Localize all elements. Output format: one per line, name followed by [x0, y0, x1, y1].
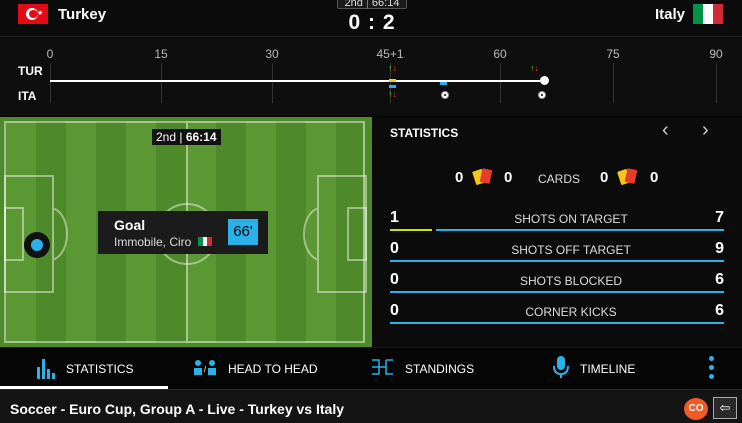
tab-standings-label: STANDINGS: [405, 362, 475, 376]
timeline-tick: 75: [606, 47, 620, 61]
timeline-tick: 45+1: [376, 47, 404, 61]
chevron-left-icon[interactable]: ‹: [662, 119, 669, 142]
substitution-icon: ↑↓: [388, 63, 397, 73]
stat-home-value: 0: [390, 240, 399, 257]
stat-label: SHOTS BLOCKED: [519, 274, 623, 288]
stat-away-bar: [436, 229, 724, 231]
clock-time: 66:14: [371, 0, 400, 9]
card-icon: [440, 82, 447, 85]
goal-ball-icon: [538, 91, 546, 99]
card-icon: [389, 85, 396, 88]
italy-flag-icon: [198, 237, 213, 246]
timeline-tick: 60: [493, 47, 507, 61]
home-yellow-cards: 0: [455, 169, 464, 186]
timeline-tick: 30: [265, 47, 279, 61]
stat-away-bar: [390, 322, 724, 324]
stat-away-value: 6: [715, 302, 724, 319]
stat-label: SHOTS ON TARGET: [514, 212, 628, 226]
match-clock: 2nd | 66:14: [337, 0, 407, 9]
statistics-panel: STATISTICS ‹ › 0 0 CARDS 0 0 1 SHOTS ON …: [372, 117, 742, 347]
tab-timeline[interactable]: TIMELINE: [552, 348, 635, 390]
chevron-right-icon[interactable]: ›: [702, 119, 709, 142]
substitution-icon: ↑↓: [530, 63, 539, 73]
stat-away-bar: [390, 291, 724, 293]
stat-home-value: 1: [390, 209, 399, 226]
page-title: Soccer - Euro Cup, Group A - Live - Turk…: [10, 401, 344, 417]
bottom-navigation: STATISTICS / HEAD TO HEAD STANDINGS TIME…: [0, 347, 742, 389]
scoreboard-header: ★ Turkey 2nd | 66:14 0 : 2 Italy: [0, 0, 742, 36]
turkey-flag-icon: ★: [18, 4, 48, 24]
bracket-icon: [371, 358, 395, 381]
player-marker: [24, 232, 50, 258]
cards-row: 0 0 CARDS 0 0: [372, 167, 742, 191]
stat-label: SHOTS OFF TARGET: [511, 243, 631, 257]
footer-bar: Soccer - Euro Cup, Group A - Live - Turk…: [0, 389, 742, 423]
stat-row-shots-on-target: 1 SHOTS ON TARGET 7: [390, 209, 724, 239]
svg-text:/: /: [204, 365, 207, 374]
users-icon: /: [192, 359, 218, 380]
stat-home-value: 0: [390, 302, 399, 319]
cards-icon: [472, 168, 494, 186]
cards-label: CARDS: [538, 172, 581, 186]
match-score: 0 : 2: [348, 11, 396, 34]
stat-away-value: 9: [715, 240, 724, 257]
stat-home-value: 0: [390, 271, 399, 288]
stat-row-shots-blocked: 0 SHOTS BLOCKED 6: [390, 271, 724, 301]
substitution-icon: ↑↓: [388, 89, 397, 99]
tab-timeline-label: TIMELINE: [580, 362, 636, 376]
pitch-view: 2nd | 66:14 Goal Immobile, Ciro 66': [0, 117, 372, 347]
pitch-clock: 2nd | 66:14: [152, 129, 221, 145]
stat-away-value: 6: [715, 271, 724, 288]
period-label: 2nd: [344, 0, 363, 9]
timeline-home-code: TUR: [18, 64, 43, 78]
co-logo[interactable]: CO: [684, 398, 708, 420]
stat-away-bar: [390, 260, 724, 262]
bar-chart-icon: [36, 355, 56, 384]
more-menu-icon[interactable]: [705, 354, 717, 384]
home-team-name: Turkey: [58, 6, 107, 23]
goal-ball-icon: [441, 91, 449, 99]
timeline-progress-bar: [50, 80, 545, 82]
yellow-card-icon: [389, 79, 396, 82]
event-minute-badge: 66': [228, 219, 258, 245]
stat-home-bar: [390, 229, 432, 231]
timeline-tick: 0: [46, 47, 54, 61]
tab-head-to-head-label: HEAD TO HEAD: [228, 362, 318, 376]
tab-standings[interactable]: STANDINGS: [371, 348, 474, 390]
timeline-tick: 15: [154, 47, 168, 61]
home-red-cards: 0: [504, 169, 513, 186]
match-timeline[interactable]: TUR ITA 0 15 30 45+1 60 75 90 ↑↓ ↑↓ ↑↓: [0, 36, 742, 116]
back-arrow-icon[interactable]: ⇦: [713, 397, 737, 419]
event-type: Goal: [114, 217, 146, 233]
tab-head-to-head[interactable]: / HEAD TO HEAD: [192, 348, 318, 390]
statistics-title: STATISTICS: [390, 126, 459, 140]
timeline-current-marker: [540, 76, 549, 85]
microphone-icon: [552, 355, 570, 384]
goal-event-popup: Goal Immobile, Ciro 66': [98, 211, 268, 254]
stat-away-value: 7: [715, 209, 724, 226]
timeline-away-code: ITA: [18, 89, 37, 103]
stat-label: CORNER KICKS: [525, 305, 617, 319]
italy-flag-icon: [693, 4, 723, 24]
stat-row-shots-off-target: 0 SHOTS OFF TARGET 9: [390, 240, 724, 270]
tab-statistics[interactable]: STATISTICS: [36, 348, 134, 390]
away-red-cards: 0: [650, 169, 659, 186]
stat-row-corner-kicks: 0 CORNER KICKS 6: [390, 302, 724, 332]
timeline-tick: 90: [709, 47, 723, 61]
away-team-name: Italy: [655, 6, 686, 23]
tab-statistics-label: STATISTICS: [66, 362, 134, 376]
cards-icon: [617, 168, 639, 186]
away-yellow-cards: 0: [600, 169, 609, 186]
event-player-name: Immobile, Ciro: [114, 235, 192, 249]
